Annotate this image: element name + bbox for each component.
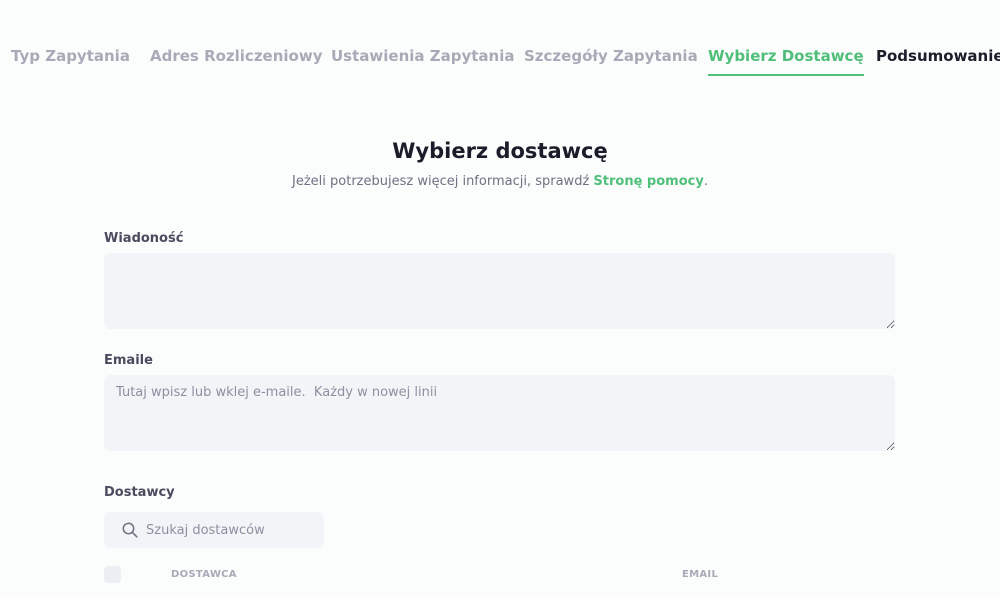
tab-adres-rozliczeniowy[interactable]: Adres Rozliczeniowy <box>150 46 323 66</box>
message-textarea[interactable] <box>104 253 895 329</box>
message-label: Wiadoność <box>104 231 184 246</box>
suppliers-label: Dostawcy <box>104 485 175 500</box>
supplier-search-input[interactable] <box>146 512 316 548</box>
tab-szczegoly-zapytania[interactable]: Szczegóły Zapytania <box>524 46 698 66</box>
tab-typ-zapytania[interactable]: Typ Zapytania <box>11 46 130 66</box>
tab-ustawienia-zapytania[interactable]: Ustawienia Zapytania <box>331 46 515 66</box>
tab-wybierz-dostawce[interactable]: Wybierz Dostawcę <box>708 46 864 76</box>
emails-textarea[interactable] <box>104 375 895 451</box>
page-title: Wybierz dostawcę <box>392 139 608 163</box>
page-subtitle: Jeżeli potrzebujesz więcej informacji, s… <box>0 174 1000 189</box>
column-header-email[interactable]: EMAIL <box>682 569 718 580</box>
select-all-checkbox[interactable] <box>104 566 121 583</box>
wizard-steps: Typ Zapytania Adres Rozliczeniowy Ustawi… <box>0 46 1000 78</box>
page: Typ Zapytania Adres Rozliczeniowy Ustawi… <box>0 0 1000 597</box>
tab-podsumowanie[interactable]: Podsumowanie <box>876 46 1000 66</box>
help-page-link[interactable]: Stronę pomocy <box>593 174 703 189</box>
column-header-supplier[interactable]: DOSTAWCA <box>171 569 237 580</box>
suppliers-table-header: DOSTAWCA EMAIL <box>104 566 895 586</box>
subtitle-text: Jeżeli potrzebujesz więcej informacji, s… <box>292 174 594 189</box>
supplier-search[interactable] <box>104 512 324 548</box>
search-icon <box>122 522 138 538</box>
subtitle-suffix: . <box>703 174 708 189</box>
emails-label: Emaile <box>104 353 153 368</box>
